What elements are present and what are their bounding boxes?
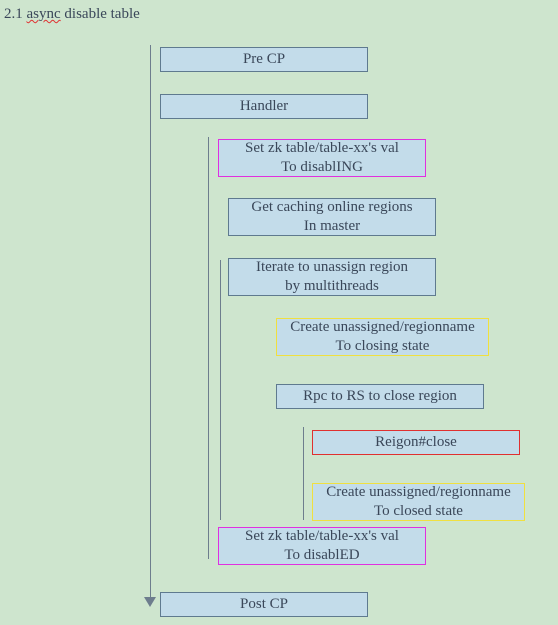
box-create-closed: Create unassigned/regionname To closed s…: [312, 483, 525, 521]
title-suffix: disable table: [61, 6, 140, 22]
box-line: Create unassigned/regionname: [290, 318, 475, 337]
box-line: To closing state: [336, 337, 430, 356]
guide-line-level3: [220, 260, 221, 520]
diagram-title: 2.1 async disable table: [4, 6, 140, 23]
title-async-word: async: [27, 6, 61, 22]
box-label: Rpc to RS to close region: [303, 387, 457, 406]
box-get-caching: Get caching online regions In master: [228, 198, 436, 236]
guide-line-level2: [208, 137, 209, 559]
box-line: Create unassigned/regionname: [326, 483, 511, 502]
box-rpc-close: Rpc to RS to close region: [276, 384, 484, 409]
box-region-close: Reigon#close: [312, 430, 520, 455]
box-line: To disablING: [281, 158, 363, 177]
box-set-disabled: Set zk table/table-xx's val To disablED: [218, 527, 426, 565]
box-line: Iterate to unassign region: [256, 258, 408, 277]
box-set-disabling: Set zk table/table-xx's val To disablING: [218, 139, 426, 177]
box-line: Set zk table/table-xx's val: [245, 139, 399, 158]
box-label: Handler: [240, 97, 288, 116]
box-line: To closed state: [374, 502, 463, 521]
box-create-closing: Create unassigned/regionname To closing …: [276, 318, 489, 356]
box-handler: Handler: [160, 94, 368, 119]
box-label: Reigon#close: [375, 433, 457, 452]
title-prefix: 2.1: [4, 6, 27, 22]
guide-line-level4: [303, 427, 304, 520]
guide-line-main: [150, 45, 151, 598]
box-pre-cp: Pre CP: [160, 47, 368, 72]
box-line: To disablED: [284, 546, 359, 565]
box-post-cp: Post CP: [160, 592, 368, 617]
arrowhead-icon: [144, 597, 156, 607]
box-label: Post CP: [240, 595, 288, 614]
box-iterate-unassign: Iterate to unassign region by multithrea…: [228, 258, 436, 296]
box-line: Get caching online regions: [251, 198, 412, 217]
box-line: Set zk table/table-xx's val: [245, 527, 399, 546]
box-line: by multithreads: [285, 277, 379, 296]
box-label: Pre CP: [243, 50, 285, 69]
box-line: In master: [304, 217, 360, 236]
